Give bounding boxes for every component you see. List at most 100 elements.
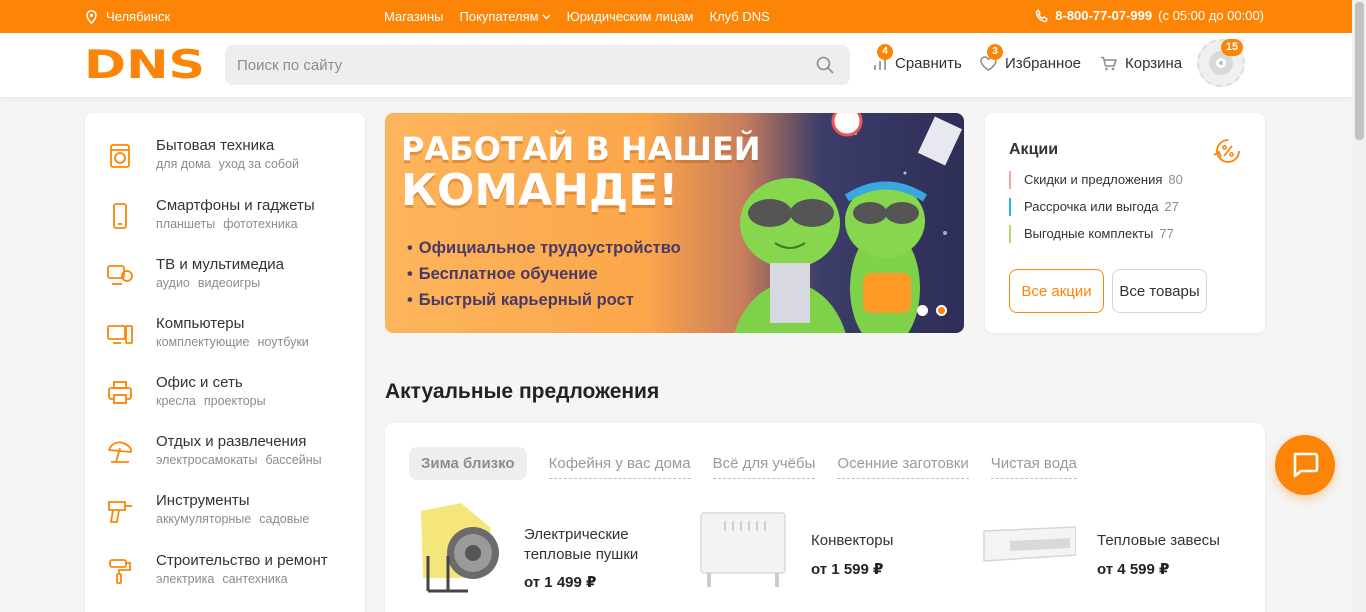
banner-title: РАБОТАЙ В НАШЕЙ КОМАНДЕ! bbox=[401, 133, 761, 213]
promo-installment[interactable]: Рассрочка или выгода 27 bbox=[1009, 198, 1179, 216]
subcategory-link[interactable]: садовые bbox=[259, 512, 309, 526]
chat-button[interactable] bbox=[1275, 435, 1335, 495]
tab-preserves[interactable]: Осенние заготовки bbox=[837, 449, 969, 479]
promotions-title[interactable]: Акции bbox=[1009, 141, 1058, 159]
chat-bubble-icon bbox=[1293, 452, 1319, 478]
tab-water[interactable]: Чистая вода bbox=[990, 449, 1077, 479]
favorites-button[interactable]: Избранное 3 bbox=[980, 44, 1082, 72]
carousel-dots bbox=[917, 305, 947, 316]
cart-button[interactable]: Корзина bbox=[1100, 55, 1182, 72]
phone-icon bbox=[1036, 8, 1048, 22]
printer-icon bbox=[108, 381, 132, 404]
profile-avatar[interactable]: 15 bbox=[1197, 39, 1245, 87]
category-title[interactable]: ТВ и мультимедиа bbox=[156, 256, 284, 273]
smartphone-icon bbox=[113, 203, 127, 229]
product-price: от 1 599 ₽ bbox=[811, 561, 884, 578]
offers-tabs: Зима близко Кофейня у вас дома Всё для у… bbox=[409, 447, 1077, 480]
product-name[interactable]: Конвекторы bbox=[811, 531, 961, 551]
heat-curtain-image bbox=[983, 526, 1076, 562]
category-computers[interactable]: Компьютеры комплектующие ноутбуки bbox=[85, 311, 365, 361]
nav-stores[interactable]: Магазины bbox=[384, 9, 444, 24]
subcategory-link[interactable]: электрика bbox=[156, 572, 214, 586]
promo-bundles[interactable]: Выгодные комплекты 77 bbox=[1009, 225, 1174, 243]
carousel-dot[interactable] bbox=[917, 305, 928, 316]
subcategory-link[interactable]: аккумуляторные bbox=[156, 512, 251, 526]
subcategory-link[interactable]: комплектующие bbox=[156, 335, 250, 349]
location-pin-icon bbox=[86, 9, 97, 24]
category-title[interactable]: Строительство и ремонт bbox=[156, 552, 328, 569]
promotions-card: Акции Скидки и предложения 80 Рассрочка и… bbox=[985, 113, 1265, 333]
subcategory-link[interactable]: проекторы bbox=[204, 394, 266, 408]
category-title[interactable]: Смартфоны и гаджеты bbox=[156, 197, 315, 214]
category-subs: для дома уход за собой bbox=[156, 157, 307, 171]
compare-button[interactable]: Сравнить 4 bbox=[873, 44, 962, 72]
city-selector[interactable]: Челябинск bbox=[86, 9, 170, 24]
category-leisure[interactable]: Отдых и развлечения электросамокаты бассе… bbox=[85, 429, 365, 479]
category-office[interactable]: Офис и сеть кресла проекторы bbox=[85, 370, 365, 420]
category-title[interactable]: Отдых и развлечения bbox=[156, 433, 306, 450]
beach-umbrella-icon bbox=[108, 441, 133, 463]
category-appliances[interactable]: Бытовая техника для дома уход за собой bbox=[85, 133, 365, 183]
offers-title: Актуальные предложения bbox=[385, 380, 660, 403]
favorites-count-badge: 3 bbox=[987, 44, 1003, 60]
category-title[interactable]: Инструменты bbox=[156, 492, 250, 509]
subcategory-link[interactable]: планшеты bbox=[156, 217, 215, 231]
nav-club[interactable]: Клуб DNS bbox=[710, 9, 770, 24]
nav-business[interactable]: Юридическим лицам bbox=[567, 9, 694, 24]
page-scrollbar[interactable] bbox=[1352, 0, 1366, 612]
category-title[interactable]: Офис и сеть bbox=[156, 374, 243, 391]
scrollbar-thumb[interactable] bbox=[1355, 2, 1364, 140]
search-box[interactable] bbox=[225, 45, 850, 85]
dns-logo[interactable]: DNS bbox=[84, 47, 206, 81]
subcategory-link[interactable]: ноутбуки bbox=[258, 335, 309, 349]
category-tv[interactable]: ТВ и мультимедиа аудио видеоигры bbox=[85, 252, 365, 302]
banner-title-line2: КОМАНДЕ! bbox=[401, 165, 679, 216]
chevron-down-icon bbox=[542, 14, 551, 19]
subcategory-link[interactable]: для дома bbox=[156, 157, 211, 171]
promo-banner[interactable]: РАБОТАЙ В НАШЕЙ КОМАНДЕ! Официальное тру… bbox=[385, 113, 964, 333]
tab-coffee[interactable]: Кофейня у вас дома bbox=[548, 449, 691, 479]
category-subs: аккумуляторные садовые bbox=[156, 512, 317, 526]
banner-title-line1: РАБОТАЙ В НАШЕЙ bbox=[401, 130, 761, 168]
nav-customers[interactable]: Покупателям bbox=[460, 9, 551, 24]
all-goods-button[interactable]: Все товары bbox=[1112, 269, 1207, 313]
category-construction[interactable]: Строительство и ремонт электрика сантехни… bbox=[85, 548, 365, 598]
phone-number[interactable]: 8-800-77-07-999 bbox=[1055, 8, 1152, 23]
carousel-dot-active[interactable] bbox=[936, 305, 947, 316]
category-smartphones[interactable]: Смартфоны и гаджеты планшеты фототехника bbox=[85, 193, 365, 243]
promo-count: 80 bbox=[1168, 172, 1183, 187]
subcategory-link[interactable]: электросамокаты bbox=[156, 453, 257, 467]
tab-study[interactable]: Всё для учёбы bbox=[712, 449, 816, 479]
phone-block[interactable]: 8-800-77-07-999 (с 05:00 до 00:00) bbox=[1035, 8, 1264, 23]
subcategory-link[interactable]: кресла bbox=[156, 394, 196, 408]
subcategory-link[interactable]: бассейны bbox=[265, 453, 321, 467]
city-name[interactable]: Челябинск bbox=[106, 9, 170, 24]
tab-winter[interactable]: Зима близко bbox=[409, 447, 527, 480]
subcategory-link[interactable]: уход за собой bbox=[219, 157, 299, 171]
subcategory-link[interactable]: аудио bbox=[156, 276, 190, 290]
product-name[interactable]: Электрические тепловые пушки bbox=[524, 525, 674, 565]
product-name[interactable]: Тепловые завесы bbox=[1097, 531, 1247, 551]
category-tools[interactable]: Инструменты аккумуляторные садовые bbox=[85, 488, 365, 538]
svg-text:DNS: DNS bbox=[84, 47, 205, 81]
search-icon[interactable] bbox=[816, 56, 834, 74]
subcategory-link[interactable]: сантехника bbox=[222, 572, 287, 586]
offers-card: Зима близко Кофейня у вас дома Всё для у… bbox=[385, 423, 1265, 612]
subcategory-link[interactable]: фототехника bbox=[223, 217, 297, 231]
category-title[interactable]: Бытовая техника bbox=[156, 137, 274, 154]
category-title[interactable]: Компьютеры bbox=[156, 315, 244, 332]
drill-icon bbox=[108, 501, 132, 523]
category-subs: электрика сантехника bbox=[156, 572, 296, 586]
computer-icon bbox=[107, 325, 133, 344]
favorites-label: Избранное bbox=[1005, 55, 1082, 72]
promo-discounts[interactable]: Скидки и предложения 80 bbox=[1009, 171, 1183, 189]
top-bar: Челябинск Магазины Покупателям Юридическ… bbox=[0, 0, 1352, 33]
profile-badge: 15 bbox=[1221, 39, 1243, 56]
header: DNS Сравнить 4 Избранное 3 Корзина 15 bbox=[0, 33, 1352, 97]
category-subs: комплектующие ноутбуки bbox=[156, 335, 317, 349]
search-input[interactable] bbox=[225, 45, 785, 85]
category-subs: планшеты фототехника bbox=[156, 217, 306, 231]
promo-count: 77 bbox=[1159, 226, 1174, 241]
all-promos-button[interactable]: Все акции bbox=[1009, 269, 1104, 313]
subcategory-link[interactable]: видеоигры bbox=[198, 276, 260, 290]
